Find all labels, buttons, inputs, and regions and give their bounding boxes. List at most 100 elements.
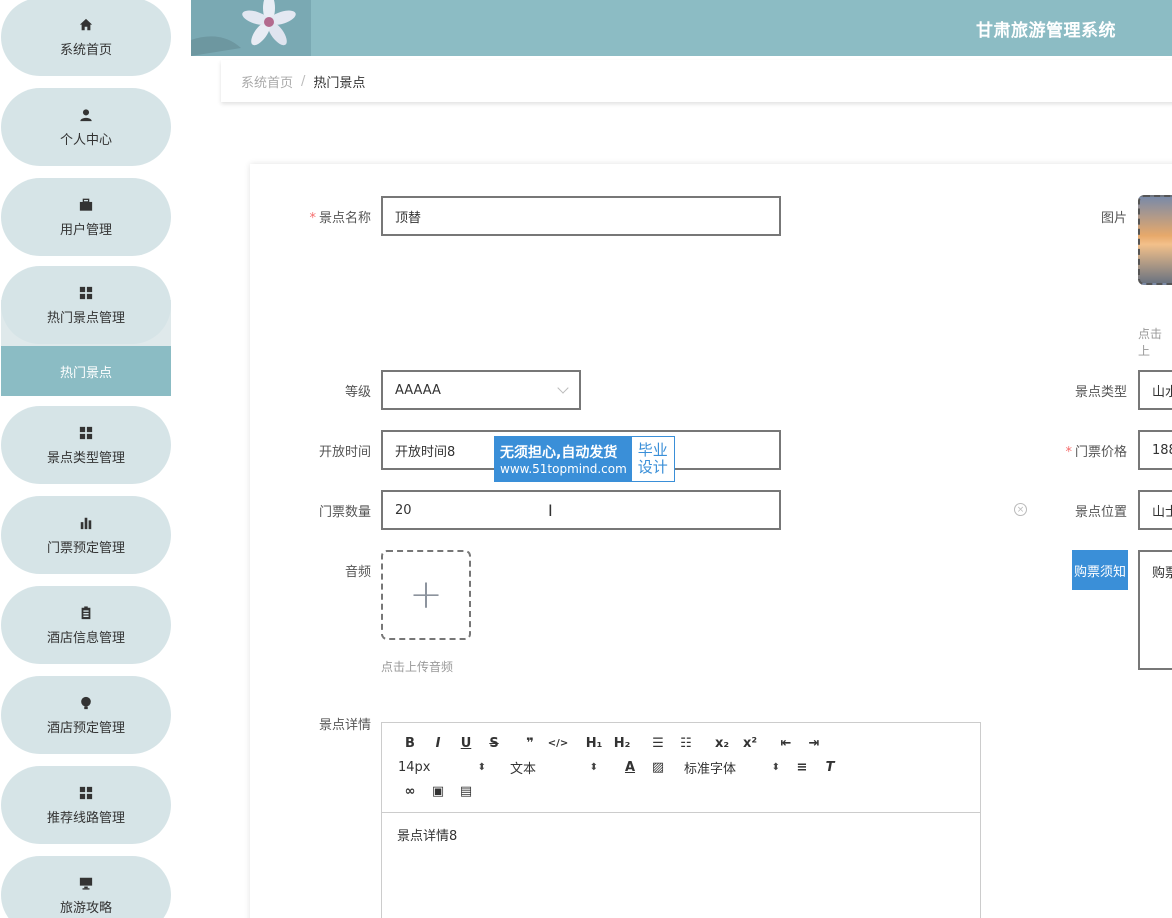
- font-family-select[interactable]: 标准字体 ⬍: [682, 757, 782, 777]
- watermark-tag1: 毕业: [637, 440, 668, 459]
- font-color-icon[interactable]: A: [616, 757, 644, 777]
- sidebar-item-label: 用户管理: [59, 222, 112, 238]
- link-icon[interactable]: ∞: [396, 781, 424, 801]
- editor-toolbar: B I U S ❞ </> H₁ H₂ ☰ ☷ x₂ x² ⇤ ⇥ 14px ⬍ …: [382, 723, 980, 813]
- sidebar-item-label: 热门景点管理: [46, 310, 125, 326]
- audio-upload[interactable]: +: [381, 550, 471, 640]
- heading1-button[interactable]: H₁: [580, 733, 608, 753]
- font-size-select[interactable]: 14px ⬍: [396, 757, 488, 777]
- sidebar-item-label: 酒店信息管理: [46, 630, 125, 646]
- price-input[interactable]: 188: [1138, 430, 1172, 470]
- location-label: 景点位置: [1074, 505, 1127, 520]
- detail-label: 景点详情: [318, 718, 371, 733]
- type-label: 景点类型: [1074, 385, 1127, 400]
- background-color-icon[interactable]: ▨: [644, 757, 672, 777]
- grid-icon: [78, 785, 94, 801]
- sidebar-item-label: 个人中心: [59, 132, 112, 148]
- updown-caret-icon: ⬍: [477, 761, 486, 773]
- home-icon: [78, 17, 94, 33]
- subscript-button[interactable]: x₂: [708, 733, 736, 753]
- watermark-line1: 无须担心,自动发货: [500, 445, 618, 461]
- level-label: 等级: [344, 385, 371, 400]
- video-icon[interactable]: ▤: [452, 781, 480, 801]
- quantity-label: 门票数量: [318, 505, 371, 520]
- chevron-down-icon: [557, 382, 569, 394]
- type-select[interactable]: 山水: [1138, 370, 1172, 410]
- text-cursor-icon: I: [548, 501, 553, 520]
- sidebar-item-users[interactable]: 用户管理: [1, 178, 171, 256]
- clear-format-icon[interactable]: T: [816, 757, 844, 777]
- sidebar-item-attraction-types[interactable]: 景点类型管理: [1, 406, 171, 484]
- image-label: 图片: [1100, 211, 1127, 226]
- blockquote-icon[interactable]: ❞: [516, 733, 544, 753]
- notice-textarea[interactable]: 购票: [1138, 550, 1172, 670]
- audio-label: 音频: [344, 565, 371, 580]
- flower-decoration-icon: [191, 0, 311, 56]
- price-label: * 门票价格: [1065, 445, 1127, 460]
- name-label: * 景点名称: [309, 211, 371, 226]
- breadcrumb: 系统首页 / 热门景点: [221, 60, 1172, 102]
- sidebar-item-home[interactable]: 系统首页: [1, 0, 171, 76]
- bulb-icon: [78, 695, 94, 711]
- sidebar-item-label: 景点类型管理: [46, 450, 125, 466]
- strike-button[interactable]: S: [480, 733, 508, 753]
- updown-caret-icon: ⬍: [771, 761, 780, 773]
- sidebar-item-profile[interactable]: 个人中心: [1, 88, 171, 166]
- underline-button[interactable]: U: [452, 733, 480, 753]
- breadcrumb-home[interactable]: 系统首页: [241, 72, 293, 91]
- audio-upload-hint: 点击上传音频: [381, 660, 454, 674]
- outdent-icon[interactable]: ⇤: [772, 733, 800, 753]
- superscript-button[interactable]: x²: [736, 733, 764, 753]
- watermark-line2: www.51topmind.com: [500, 462, 627, 476]
- sidebar-item-hotel-booking[interactable]: 酒店预定管理: [1, 676, 171, 754]
- sidebar-subitem-label: 热门景点: [59, 365, 112, 381]
- editor-content[interactable]: 景点详情8: [382, 813, 980, 856]
- open-time-label: 开放时间: [318, 445, 371, 460]
- sidebar-item-attractions[interactable]: 热门景点管理: [1, 266, 171, 344]
- sidebar-subitem-hot-attractions[interactable]: 热门景点: [1, 346, 171, 396]
- bold-button[interactable]: B: [396, 733, 424, 753]
- sidebar-item-hotel-info[interactable]: 酒店信息管理: [1, 586, 171, 664]
- top-header: 甘肃旅游管理系统: [191, 0, 1172, 56]
- bar-chart-icon: [78, 515, 94, 531]
- sidebar-item-ticket-booking[interactable]: 门票预定管理: [1, 496, 171, 574]
- image-thumbnail[interactable]: [1138, 195, 1172, 285]
- monitor-icon: [78, 875, 94, 891]
- ordered-list-icon[interactable]: ☰: [644, 733, 672, 753]
- sidebar-item-routes[interactable]: 推荐线路管理: [1, 766, 171, 844]
- clipboard-icon: [78, 605, 94, 621]
- italic-button[interactable]: I: [424, 733, 452, 753]
- sidebar-item-label: 推荐线路管理: [46, 810, 125, 826]
- align-icon[interactable]: ≡: [788, 757, 816, 777]
- image-icon[interactable]: ▣: [424, 781, 452, 801]
- user-icon: [78, 107, 94, 123]
- briefcase-icon: [78, 197, 94, 213]
- indent-icon[interactable]: ⇥: [800, 733, 828, 753]
- sidebar: 系统首页 个人中心 用户管理 热门景点管理 热门景点 景点类型管理 门票预定管理…: [0, 0, 190, 918]
- sidebar-item-label: 系统首页: [59, 42, 112, 58]
- sidebar-item-label: 门票预定管理: [46, 540, 125, 556]
- location-input[interactable]: 山士: [1138, 490, 1172, 530]
- quantity-input[interactable]: 20: [381, 490, 781, 530]
- bullet-list-icon[interactable]: ☷: [672, 733, 700, 753]
- breadcrumb-current: 热门景点: [313, 75, 366, 91]
- grid-icon: [78, 425, 94, 441]
- plus-icon: +: [409, 572, 443, 618]
- app-title: 甘肃旅游管理系统: [976, 21, 1116, 41]
- sidebar-item-guides[interactable]: 旅游攻略: [1, 856, 171, 918]
- breadcrumb-separator: /: [301, 73, 306, 89]
- image-upload-hint: 点击上: [1138, 327, 1163, 358]
- watermark-badge: 无须担心,自动发货 www.51topmind.com 毕业 设计: [494, 436, 675, 482]
- rich-text-editor: B I U S ❞ </> H₁ H₂ ☰ ☷ x₂ x² ⇤ ⇥ 14px ⬍ …: [381, 722, 981, 918]
- heading2-button[interactable]: H₂: [608, 733, 636, 753]
- watermark-tag2: 设计: [637, 458, 668, 476]
- level-select[interactable]: AAAAA: [381, 370, 581, 410]
- sidebar-item-label: 酒店预定管理: [46, 720, 125, 736]
- code-block-icon[interactable]: </>: [544, 733, 572, 753]
- text-style-select[interactable]: 文本 ⬍: [508, 757, 600, 777]
- name-input[interactable]: 顶替: [381, 196, 781, 236]
- sidebar-item-label: 旅游攻略: [59, 900, 112, 916]
- updown-caret-icon: ⬍: [589, 761, 598, 773]
- grid-icon: [78, 285, 94, 301]
- notice-label: 购票须知: [1072, 550, 1128, 590]
